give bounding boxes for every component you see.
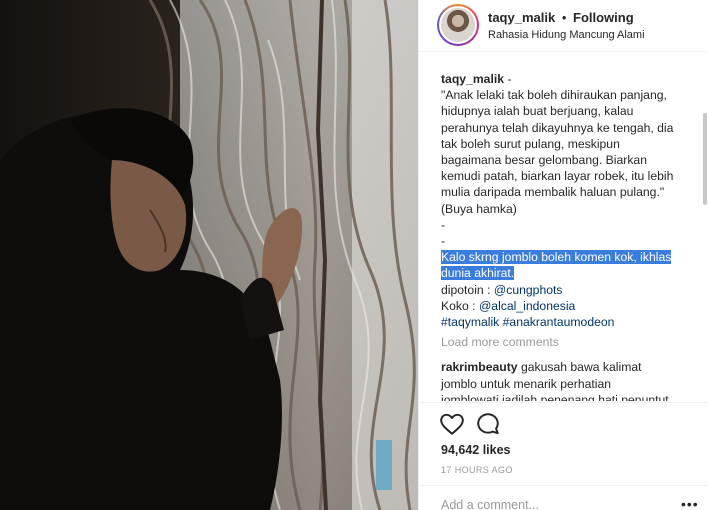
comments-scrollbar[interactable] [703,113,707,205]
caption-line: (Buya hamka) [441,201,517,216]
post-photo[interactable] [0,0,418,510]
caption-highlighted-line: dunia akhirat. [441,265,697,281]
caption-username-suffix: - [504,72,512,86]
caption-line: hidupnya ialah buat berjuang, kalau [441,104,634,119]
caption-username-link[interactable]: taqy_malik [441,72,504,86]
caption-line: bagaimana besar gelombang. Biarkan [441,153,647,168]
post-details-panel: taqy_malik • Following Rahasia Hidung Ma… [418,0,708,510]
caption-line: "Anak lelaki tak boleh dihiraukan panjan… [441,88,667,103]
avatar-image [439,6,477,44]
caption: taqy_malik - "Anak lelaki tak boleh dihi… [441,71,697,401]
header-user-line: taqy_malik • Following [488,10,634,25]
post-header: taqy_malik • Following Rahasia Hidung Ma… [419,0,708,52]
comment-item: rakrimbeauty gakusah bawa kalimat jomblo… [441,359,697,401]
load-more-comments-button[interactable]: Load more comments [441,334,697,350]
likes-count[interactable]: 94,642 likes [441,443,511,457]
comment-text: jomblo untuk menarik perhatian [441,376,612,391]
credit-label: Koko : [441,298,479,313]
caption-line: - [441,234,446,249]
selected-text: dunia akhirat. [441,266,515,281]
ellipsis-icon[interactable]: ••• [681,496,699,510]
caption-line: mulia daripada membalik haluan pulang." [441,185,665,200]
comment-first-line: rakrimbeauty gakusah bawa kalimat [441,359,697,375]
comment-bubble-icon[interactable] [475,411,501,437]
header-separator: • [561,10,567,25]
hashtags-link[interactable]: #taqymalik #anakrantaumodeon [441,314,697,330]
post-image-artwork [0,0,418,510]
avatar[interactable] [437,4,479,46]
post-actions: 94,642 likes 17 HOURS AGO ••• [419,402,708,510]
caption-author-line: taqy_malik - [441,71,697,87]
mention-link[interactable]: @alcal_indonesia [479,299,575,313]
caption-line: - [441,217,446,232]
post-timestamp[interactable]: 17 HOURS AGO [441,465,513,475]
header-username-link[interactable]: taqy_malik [488,10,555,25]
caption-credit-line: dipotoin : @cungphots [441,282,697,298]
location-link[interactable]: Rahasia Hidung Mancung Alami [488,29,645,41]
comment-text: jomblowati jadilah penenang hati penuntu… [441,392,669,401]
mention-link[interactable]: @cungphots [494,283,563,297]
selected-text: Kalo skrng jomblo boleh komen kok, ikhla… [441,250,672,265]
comments-list[interactable]: taqy_malik - "Anak lelaki tak boleh dihi… [419,53,708,401]
caption-credit-line: Koko : @alcal_indonesia [441,298,697,314]
caption-highlighted-line: Kalo skrng jomblo boleh komen kok, ikhla… [441,249,697,265]
add-comment-input[interactable] [441,496,661,510]
credit-label: dipotoin : [441,282,494,297]
comment-username-link[interactable]: rakrimbeauty [441,360,518,374]
following-button[interactable]: Following [573,10,634,25]
comment-text: gakusah bawa kalimat [520,360,642,375]
heart-icon[interactable] [439,411,465,437]
caption-line: tak boleh surut pulang, meskipun [441,136,620,151]
caption-line: kemudi patah, biarkan layar robek, itu l… [441,169,674,184]
add-comment-bar: ••• [419,485,708,510]
caption-line: perahunya telah dikayuhnya ke tengah, di… [441,120,674,135]
